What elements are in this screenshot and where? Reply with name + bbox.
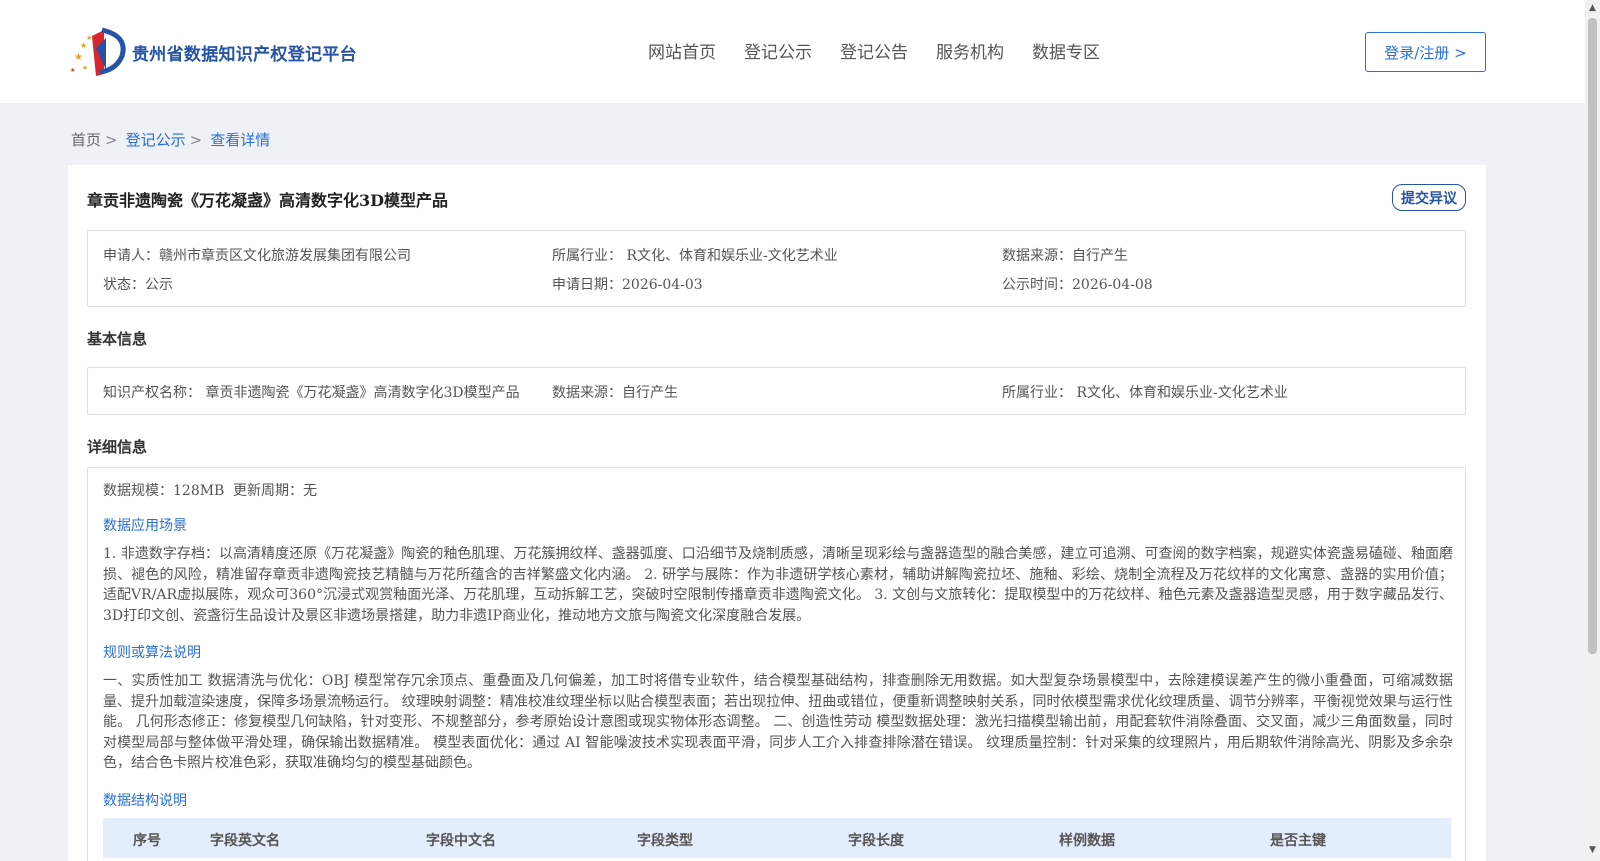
submit-objection-button[interactable]: 提交异议: [1392, 184, 1466, 211]
structure-table-header: 序号 字段英文名 字段中文名 字段类型 字段长度 样例数据 是否主键: [103, 818, 1451, 858]
structure-heading: 数据结构说明: [103, 793, 187, 809]
column-header-english-name: 字段英文名: [210, 833, 280, 849]
breadcrumb-home-label: 首页: [71, 131, 102, 149]
apply-date-text: 申请日期：2026-04-03: [552, 277, 703, 293]
basic-source-text: 数据来源：自行产生: [552, 385, 678, 401]
svg-text:★: ★: [82, 64, 88, 72]
login-register-button[interactable]: 登录/注册 >: [1365, 32, 1486, 72]
summary-box: 申请人：赣州市章贡区文化旅游发展集团有限公司 所属行业： R文化、体育和娱乐业-…: [87, 230, 1466, 307]
scenario-heading: 数据应用场景: [103, 518, 187, 534]
data-source-text: 数据来源：自行产生: [1002, 248, 1128, 264]
column-header-primary-key: 是否主键: [1270, 833, 1326, 849]
basic-info-box: 知识产权名称： 章贡非遗陶瓷《万花凝盏》高清数字化3D模型产品 数据来源：自行产…: [87, 367, 1466, 415]
data-scale-text: 数据规模：128MB: [103, 483, 225, 499]
publish-date-text: 公示时间：2026-04-08: [1002, 277, 1153, 293]
svg-text:★: ★: [74, 52, 83, 63]
page-scrollbar[interactable]: ▲ ▼: [1585, 0, 1600, 861]
scroll-down-arrow-icon[interactable]: ▼: [1585, 842, 1600, 857]
basic-info-heading: 基本信息: [87, 330, 148, 348]
nav-item-data-zone[interactable]: 数据专区: [1032, 38, 1100, 63]
breadcrumb-separator: >: [189, 131, 203, 149]
nav-item-service-agencies[interactable]: 服务机构: [936, 38, 1004, 63]
scenario-paragraph: 1. 非遗数字存档：以高清精度还原《万花凝盏》陶瓷的釉色肌理、万花簇拥纹样、盏器…: [103, 546, 1453, 624]
nav-item-registration-publicity[interactable]: 登记公示: [744, 38, 812, 63]
nav-item-home[interactable]: 网站首页: [648, 38, 716, 63]
column-header-sample-data: 样例数据: [1059, 833, 1115, 849]
basic-industry-text: 所属行业： R文化、体育和娱乐业-文化艺术业: [1002, 385, 1288, 401]
scroll-up-arrow-icon[interactable]: ▲: [1585, 0, 1600, 15]
breadcrumb-separator: >: [105, 131, 118, 149]
detail-info-heading: 详细信息: [87, 438, 148, 456]
site-logo[interactable]: ★ ★ ★ ★ ★ 贵州省数据知识产权登记平台: [70, 26, 357, 78]
breadcrumb-section-label: 登记公示: [125, 131, 186, 149]
breadcrumb-home[interactable]: 首页 >: [71, 129, 118, 150]
rules-heading: 规则或算法说明: [103, 645, 201, 661]
column-header-chinese-name: 字段中文名: [426, 833, 496, 849]
logo-emblem-icon: ★ ★ ★ ★ ★: [70, 26, 128, 78]
breadcrumb-section[interactable]: 登记公示 >: [126, 129, 203, 150]
column-header-field-type: 字段类型: [637, 833, 693, 849]
rules-paragraph: 一、实质性加工 数据清洗与优化：OBJ 模型常存冗余顶点、重叠面及几何偏差，加工…: [103, 673, 1453, 771]
ip-name-text: 知识产权名称： 章贡非遗陶瓷《万花凝盏》高清数字化3D模型产品: [103, 385, 520, 401]
page-title: 章贡非遗陶瓷《万花凝盏》高清数字化3D模型产品: [87, 191, 449, 210]
site-header: ★ ★ ★ ★ ★ 贵州省数据知识产权登记平台 网站首页 登记公示 登记公告 服…: [0, 0, 1585, 103]
update-cycle-text: 更新周期：无: [233, 483, 317, 499]
site-name: 贵州省数据知识产权登记平台: [132, 44, 357, 65]
column-header-index: 序号: [133, 833, 161, 849]
industry-text: 所属行业： R文化、体育和娱乐业-文化艺术业: [552, 248, 838, 264]
svg-text:★: ★: [70, 67, 75, 74]
applicant-text: 申请人：赣州市章贡区文化旅游发展集团有限公司: [103, 248, 411, 264]
svg-text:★: ★: [80, 41, 87, 50]
detail-info-box: 数据规模：128MB 更新周期：无 数据应用场景 1. 非遗数字存档：以高清精度…: [87, 467, 1466, 861]
breadcrumb-current[interactable]: 查看详情: [210, 129, 270, 150]
main-nav: 网站首页 登记公示 登记公告 服务机构 数据专区: [648, 38, 1128, 63]
scrollbar-thumb[interactable]: [1588, 18, 1597, 654]
detail-card: 章贡非遗陶瓷《万花凝盏》高清数字化3D模型产品 提交异议 申请人：赣州市章贡区文…: [68, 165, 1486, 861]
status-text: 状态：公示: [103, 277, 173, 293]
column-header-field-length: 字段长度: [848, 833, 904, 849]
breadcrumb: 首页 > 登记公示 > 查看详情: [71, 129, 278, 150]
svg-text:★: ★: [86, 34, 92, 42]
nav-item-registration-announcement[interactable]: 登记公告: [840, 38, 908, 63]
